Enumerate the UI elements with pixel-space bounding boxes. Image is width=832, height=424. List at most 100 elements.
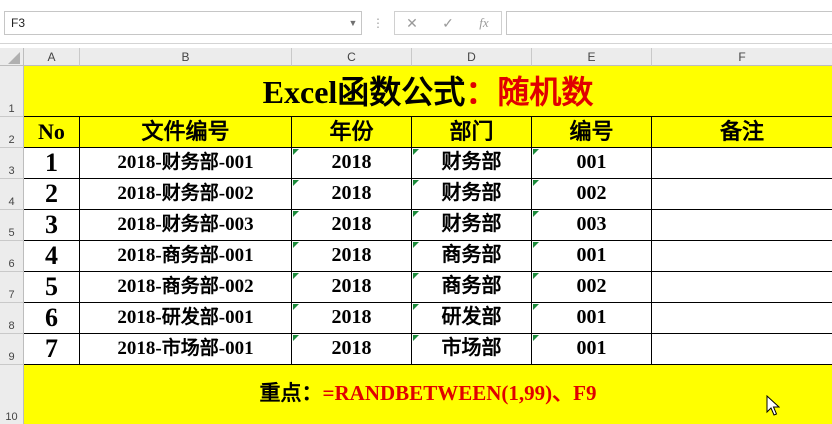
cell-value: 财务部 — [441, 182, 502, 204]
row-header-3[interactable]: 3 — [0, 148, 24, 179]
cell-department[interactable]: 财务部 — [412, 179, 532, 210]
cell-department[interactable]: 商务部 — [412, 272, 532, 303]
note-cell[interactable]: 重点：=RANDBETWEEN(1,99)、F9 — [24, 365, 832, 424]
cell-no[interactable]: 1 — [24, 148, 80, 179]
row-header-7[interactable]: 7 — [0, 272, 24, 303]
cell-code[interactable]: 001 — [532, 334, 652, 365]
header-cell-department[interactable]: 部门 — [412, 117, 532, 148]
cell-remarks[interactable] — [652, 210, 832, 241]
formula-input[interactable] — [506, 11, 832, 35]
cell-value: 研发部 — [441, 306, 502, 328]
number-as-text-warning-icon — [413, 242, 419, 248]
cell-remarks[interactable] — [652, 334, 832, 365]
number-as-text-warning-icon — [293, 273, 299, 279]
row-header-2[interactable]: 2 — [0, 117, 24, 148]
close-icon[interactable]: ✕ — [397, 12, 427, 34]
number-as-text-warning-icon — [533, 335, 539, 341]
number-as-text-warning-icon — [293, 180, 299, 186]
cell-year[interactable]: 2018 — [292, 272, 412, 303]
row-header-1[interactable]: 1 — [0, 66, 24, 117]
cell-department[interactable]: 市场部 — [412, 334, 532, 365]
number-as-text-warning-icon — [413, 335, 419, 341]
cell-code[interactable]: 003 — [532, 210, 652, 241]
cell-file-id[interactable]: 2018-财务部-003 — [80, 210, 292, 241]
cell-value: 2018 — [331, 182, 372, 204]
cell-code[interactable]: 002 — [532, 179, 652, 210]
header-cell-remarks[interactable]: 备注 — [652, 117, 832, 148]
cell-year[interactable]: 2018 — [292, 303, 412, 334]
cell-value: 2018-研发部-001 — [117, 307, 254, 328]
column-header-e[interactable]: E — [532, 48, 652, 66]
cell-department[interactable]: 财务部 — [412, 148, 532, 179]
header-cell-file-id[interactable]: 文件编号 — [80, 117, 292, 148]
name-box[interactable]: F3 — [4, 11, 362, 35]
header-cell-no[interactable]: No — [24, 117, 80, 148]
row-header-10[interactable]: 10 — [0, 365, 24, 424]
cell-file-id[interactable]: 2018-财务部-002 — [80, 179, 292, 210]
cell-value: 2018 — [331, 275, 372, 297]
cell-code[interactable]: 001 — [532, 241, 652, 272]
cell-remarks[interactable] — [652, 303, 832, 334]
column-header-a[interactable]: A — [24, 48, 80, 66]
chevron-down-icon[interactable]: ▼ — [344, 11, 362, 35]
cell-year[interactable]: 2018 — [292, 210, 412, 241]
cell-year[interactable]: 2018 — [292, 148, 412, 179]
drag-handle-icon[interactable]: ⋮ — [372, 11, 384, 35]
cell-file-id[interactable]: 2018-商务部-002 — [80, 272, 292, 303]
number-as-text-warning-icon — [293, 335, 299, 341]
header-cell-code[interactable]: 编号 — [532, 117, 652, 148]
cell-no[interactable]: 5 — [24, 272, 80, 303]
cell-department[interactable]: 商务部 — [412, 241, 532, 272]
cell-value: 3 — [45, 210, 58, 239]
cell-no[interactable]: 3 — [24, 210, 80, 241]
cell-value: 2018-市场部-001 — [117, 338, 254, 359]
row-header-6[interactable]: 6 — [0, 241, 24, 272]
cell-value: 2018-财务部-002 — [117, 183, 254, 204]
column-header-f[interactable]: F — [652, 48, 832, 66]
cell-file-id[interactable]: 2018-市场部-001 — [80, 334, 292, 365]
row-header-9[interactable]: 9 — [0, 334, 24, 365]
cell-no[interactable]: 6 — [24, 303, 80, 334]
cell-year[interactable]: 2018 — [292, 179, 412, 210]
cell-remarks[interactable] — [652, 272, 832, 303]
cell-value: 7 — [45, 334, 58, 363]
number-as-text-warning-icon — [533, 273, 539, 279]
row-header-5[interactable]: 5 — [0, 210, 24, 241]
cell-department[interactable]: 财务部 — [412, 210, 532, 241]
cell-no[interactable]: 7 — [24, 334, 80, 365]
cell-remarks[interactable] — [652, 148, 832, 179]
cell-value: 001 — [576, 244, 607, 266]
column-header-b[interactable]: B — [80, 48, 292, 66]
cell-year[interactable]: 2018 — [292, 334, 412, 365]
column-header-c[interactable]: C — [292, 48, 412, 66]
cell-value: 市场部 — [441, 337, 502, 359]
cell-value: 2018 — [331, 337, 372, 359]
cell-department[interactable]: 研发部 — [412, 303, 532, 334]
cell-value: 2018 — [331, 244, 372, 266]
cell-code[interactable]: 001 — [532, 303, 652, 334]
title-red-text: 随机数 — [497, 74, 594, 110]
check-icon[interactable]: ✓ — [433, 12, 463, 34]
cell-no[interactable]: 4 — [24, 241, 80, 272]
cell-remarks[interactable] — [652, 241, 832, 272]
row-header-8[interactable]: 8 — [0, 303, 24, 334]
cell-file-id[interactable]: 2018-研发部-001 — [80, 303, 292, 334]
cell-file-id[interactable]: 2018-财务部-001 — [80, 148, 292, 179]
number-as-text-warning-icon — [533, 211, 539, 217]
sheet-title-cell[interactable]: Excel函数公式：随机数 — [24, 66, 832, 117]
cell-value: 5 — [45, 272, 58, 301]
cell-code[interactable]: 001 — [532, 148, 652, 179]
select-all-icon — [8, 52, 20, 64]
column-header-d[interactable]: D — [412, 48, 532, 66]
cell-value: 商务部 — [441, 244, 502, 266]
insert-function-icon[interactable]: fx — [469, 12, 499, 34]
cell-value: 001 — [576, 151, 607, 173]
cell-code[interactable]: 002 — [532, 272, 652, 303]
cell-remarks[interactable] — [652, 179, 832, 210]
cell-value: 商务部 — [441, 275, 502, 297]
header-cell-year[interactable]: 年份 — [292, 117, 412, 148]
row-header-4[interactable]: 4 — [0, 179, 24, 210]
cell-no[interactable]: 2 — [24, 179, 80, 210]
cell-file-id[interactable]: 2018-商务部-001 — [80, 241, 292, 272]
cell-year[interactable]: 2018 — [292, 241, 412, 272]
